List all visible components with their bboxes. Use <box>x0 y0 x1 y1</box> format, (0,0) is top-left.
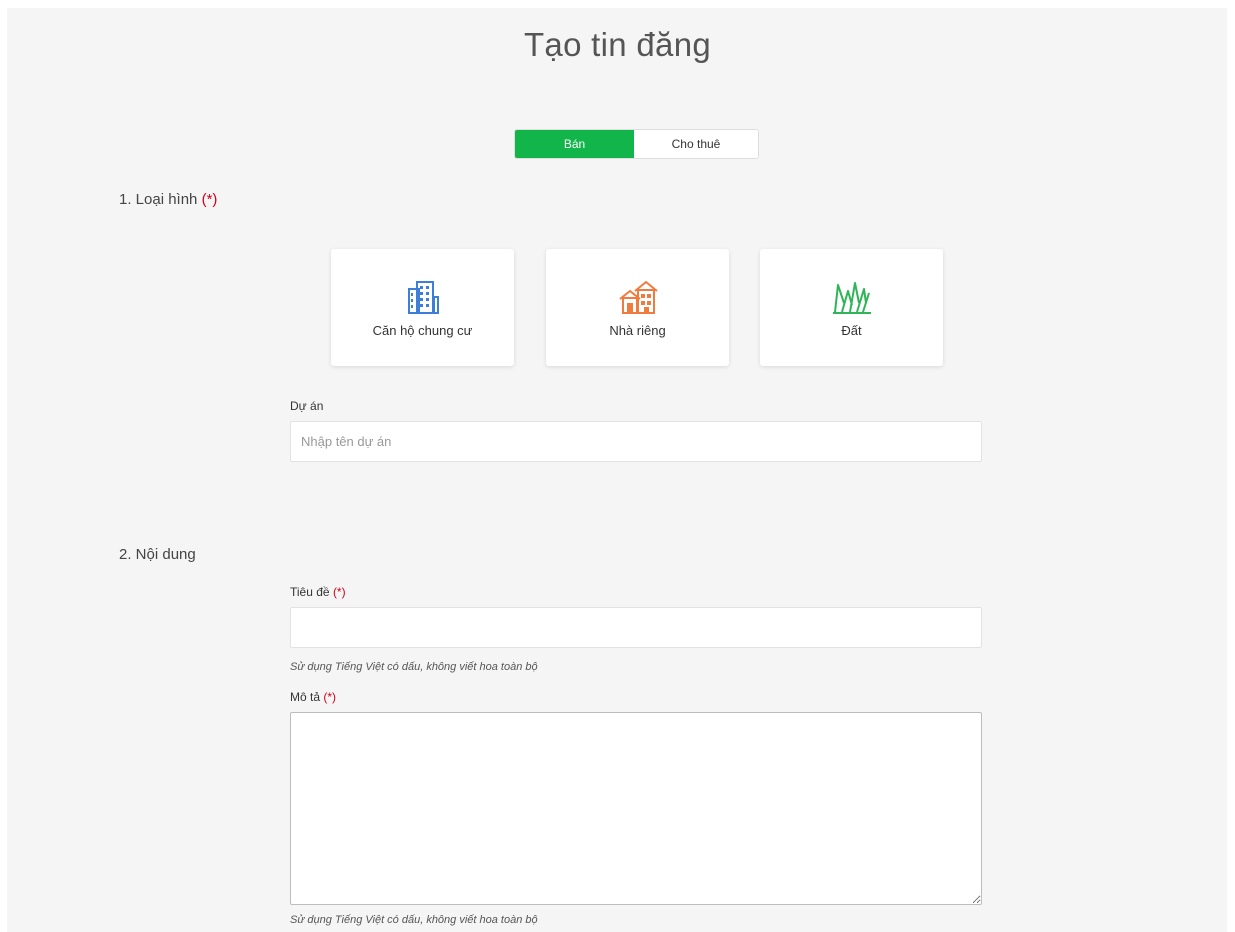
property-type-land[interactable]: Đất <box>760 249 943 366</box>
project-input[interactable] <box>290 421 982 462</box>
section-title-text: 1. Loại hình <box>119 191 198 208</box>
listing-mode-toggle: Bán Cho thuê <box>514 129 759 159</box>
property-type-label: Căn hộ chung cư <box>372 323 473 338</box>
property-type-house[interactable]: Nhà riêng <box>546 249 729 366</box>
apartment-building-icon <box>403 277 443 317</box>
title-field-hint: Sử dụng Tiếng Việt có dấu, không viết ho… <box>290 661 538 673</box>
title-field-label: Tiêu đề (*) <box>290 585 346 599</box>
title-input[interactable] <box>290 607 982 648</box>
mode-option-cho-thue[interactable]: Cho thuê <box>634 130 758 158</box>
description-textarea[interactable] <box>290 712 982 905</box>
page-title: Tạo tin đăng <box>523 26 712 63</box>
required-mark: (*) <box>323 690 337 704</box>
grass-land-icon <box>832 277 872 317</box>
property-type-label: Nhà riêng <box>609 323 666 338</box>
house-icon <box>618 277 658 317</box>
section-title-property-type: 1. Loại hình (*) <box>119 191 217 208</box>
description-field-label: Mô tả (*) <box>290 690 336 704</box>
title-field-label-text: Tiêu đề <box>290 585 330 599</box>
required-mark: (*) <box>332 585 346 599</box>
property-type-label: Đất <box>841 323 862 338</box>
project-label: Dự án <box>290 399 324 413</box>
description-field-label-text: Mô tả <box>290 690 321 704</box>
page-container: Tạo tin đăng Bán Cho thuê 1. Loại hình (… <box>7 8 1227 932</box>
description-field-hint: Sử dụng Tiếng Việt có dấu, không viết ho… <box>290 914 538 926</box>
property-type-apartment[interactable]: Căn hộ chung cư <box>331 249 514 366</box>
mode-option-ban[interactable]: Bán <box>515 130 634 158</box>
section-title-content: 2. Nội dung <box>119 546 196 563</box>
required-mark: (*) <box>201 191 218 208</box>
